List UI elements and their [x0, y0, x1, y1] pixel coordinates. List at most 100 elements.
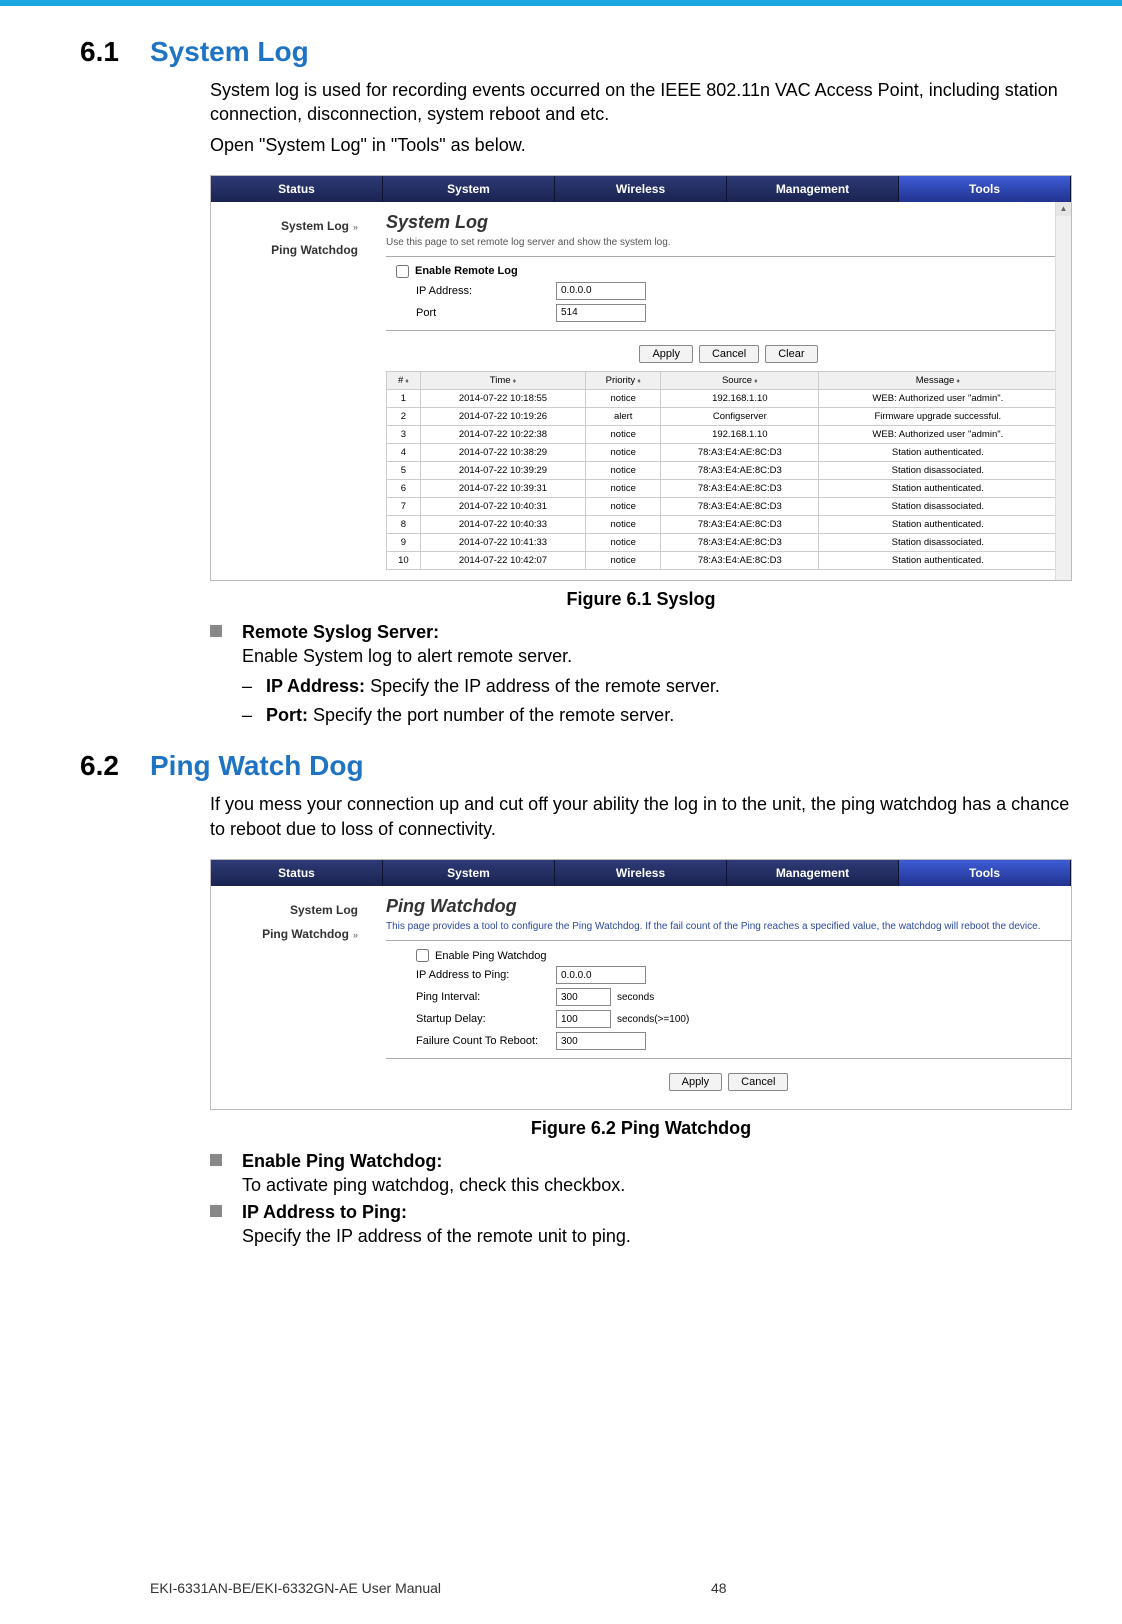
table-cell: 2014-07-22 10:42:07 [420, 551, 585, 569]
table-header[interactable]: Priority♦ [586, 371, 661, 389]
ip-address-label: IP Address: [416, 285, 556, 297]
table-cell: 78:A3:E4:AE:8C:D3 [661, 515, 819, 533]
port-input[interactable] [556, 304, 646, 322]
bullet-title: Enable Ping Watchdog: [242, 1151, 442, 1171]
table-cell: notice [586, 533, 661, 551]
form-input[interactable] [556, 1010, 611, 1028]
fig2-panel-title: Ping Watchdog [386, 896, 1071, 917]
table-cell: Station authenticated. [819, 515, 1057, 533]
table-cell: 10 [387, 551, 421, 569]
table-cell: WEB: Authorized user "admin". [819, 389, 1057, 407]
table-cell: 2014-07-22 10:40:31 [420, 497, 585, 515]
table-cell: 78:A3:E4:AE:8C:D3 [661, 443, 819, 461]
scroll-up-icon[interactable]: ▲ [1056, 202, 1071, 216]
sub-bullet-ip-address: – IP Address: Specify the IP address of … [242, 676, 1072, 697]
nav-tab-status[interactable]: Status [211, 860, 383, 886]
table-row: 42014-07-22 10:38:29notice78:A3:E4:AE:8C… [387, 443, 1057, 461]
nav-tab-status[interactable]: Status [211, 176, 383, 202]
table-row: 52014-07-22 10:39:29notice78:A3:E4:AE:8C… [387, 461, 1057, 479]
sidebar-item-ping-watchdog[interactable]: Ping Watchdog» [219, 922, 368, 946]
form-label: Ping Interval: [416, 991, 556, 1003]
table-cell: WEB: Authorized user "admin". [819, 425, 1057, 443]
table-cell: notice [586, 497, 661, 515]
nav-tab-tools[interactable]: Tools [899, 860, 1071, 886]
nav-tab-wireless[interactable]: Wireless [555, 176, 727, 202]
form-input[interactable] [556, 988, 611, 1006]
form-label: Startup Delay: [416, 1013, 556, 1025]
enable-ping-watchdog-label: Enable Ping Watchdog [435, 950, 547, 962]
table-cell: 78:A3:E4:AE:8C:D3 [661, 479, 819, 497]
table-cell: notice [586, 461, 661, 479]
table-row: 32014-07-22 10:22:38notice192.168.1.10WE… [387, 425, 1057, 443]
nav-tab-tools[interactable]: Tools [899, 176, 1071, 202]
figure-6-1-caption: Figure 6.1 Syslog [210, 589, 1072, 610]
enable-ping-watchdog-checkbox[interactable] [416, 949, 429, 962]
clear-button[interactable]: Clear [765, 345, 817, 363]
dash-icon: – [242, 705, 252, 726]
nav-tab-management[interactable]: Management [727, 176, 899, 202]
sub-bullet-label: IP Address: [266, 676, 365, 696]
table-cell: notice [586, 515, 661, 533]
section-number: 6.2 [80, 750, 150, 782]
table-header[interactable]: Source♦ [661, 371, 819, 389]
bullet-ip-to-ping: IP Address to Ping: Specify the IP addre… [210, 1200, 1072, 1249]
scrollbar[interactable]: ▲ [1055, 202, 1071, 580]
table-cell: notice [586, 425, 661, 443]
table-row: 92014-07-22 10:41:33notice78:A3:E4:AE:8C… [387, 533, 1057, 551]
table-cell: 7 [387, 497, 421, 515]
section-title: System Log [150, 36, 309, 68]
nav-tab-wireless[interactable]: Wireless [555, 860, 727, 886]
sidebar-item-ping-watchdog[interactable]: Ping Watchdog [219, 238, 368, 262]
fig1-panel: System Log Use this page to set remote l… [376, 202, 1071, 580]
active-arrow-icon: » [353, 930, 358, 940]
table-cell: 2014-07-22 10:39:29 [420, 461, 585, 479]
sidebar-item-system-log[interactable]: System Log» [219, 214, 368, 238]
divider [386, 1058, 1071, 1059]
apply-button[interactable]: Apply [669, 1073, 723, 1091]
table-row: 62014-07-22 10:39:31notice78:A3:E4:AE:8C… [387, 479, 1057, 497]
table-cell: 192.168.1.10 [661, 389, 819, 407]
fig2-panel-desc: This page provides a tool to configure t… [386, 921, 1071, 932]
nav-tab-system[interactable]: System [383, 176, 555, 202]
table-row: 82014-07-22 10:40:33notice78:A3:E4:AE:8C… [387, 515, 1057, 533]
cancel-button[interactable]: Cancel [728, 1073, 788, 1091]
nav-tab-system[interactable]: System [383, 860, 555, 886]
square-bullet-icon [210, 1154, 222, 1166]
table-header[interactable]: Message♦ [819, 371, 1057, 389]
sidebar-item-system-log[interactable]: System Log [219, 898, 368, 922]
section-title: Ping Watch Dog [150, 750, 364, 782]
table-cell: Station authenticated. [819, 443, 1057, 461]
fig1-panel-desc: Use this page to set remote log server a… [386, 237, 1071, 248]
apply-button[interactable]: Apply [639, 345, 693, 363]
table-row: 22014-07-22 10:19:26alertConfigserverFir… [387, 407, 1057, 425]
table-cell: Configserver [661, 407, 819, 425]
syslog-table: #♦Time♦Priority♦Source♦Message♦ 12014-07… [386, 371, 1057, 570]
enable-remote-log-checkbox[interactable] [396, 265, 409, 278]
square-bullet-icon [210, 1205, 222, 1217]
table-cell: 2014-07-22 10:39:31 [420, 479, 585, 497]
active-arrow-icon: » [353, 222, 358, 232]
sub-bullet-port: – Port: Specify the port number of the r… [242, 705, 1072, 726]
bullet-text: Specify the IP address of the remote uni… [242, 1226, 631, 1246]
table-cell: 6 [387, 479, 421, 497]
section-6-2-paragraph-1: If you mess your connection up and cut o… [210, 792, 1072, 841]
form-input[interactable] [556, 1032, 646, 1050]
page-number: 48 [711, 1580, 727, 1596]
cancel-button[interactable]: Cancel [699, 345, 759, 363]
table-cell: 78:A3:E4:AE:8C:D3 [661, 533, 819, 551]
table-cell: 192.168.1.10 [661, 425, 819, 443]
ip-address-input[interactable] [556, 282, 646, 300]
bullet-text: Enable System log to alert remote server… [242, 646, 572, 666]
nav-tab-management[interactable]: Management [727, 860, 899, 886]
table-cell: 78:A3:E4:AE:8C:D3 [661, 497, 819, 515]
section-6-1-heading: 6.1 System Log [150, 36, 1072, 68]
section-6-2-heading: 6.2 Ping Watch Dog [150, 750, 1072, 782]
form-input[interactable] [556, 966, 646, 984]
table-cell: Station disassociated. [819, 461, 1057, 479]
table-header[interactable]: Time♦ [420, 371, 585, 389]
table-header[interactable]: #♦ [387, 371, 421, 389]
table-row: 72014-07-22 10:40:31notice78:A3:E4:AE:8C… [387, 497, 1057, 515]
table-cell: 2014-07-22 10:41:33 [420, 533, 585, 551]
table-cell: 78:A3:E4:AE:8C:D3 [661, 461, 819, 479]
sub-bullet-text: Specify the port number of the remote se… [308, 705, 674, 725]
